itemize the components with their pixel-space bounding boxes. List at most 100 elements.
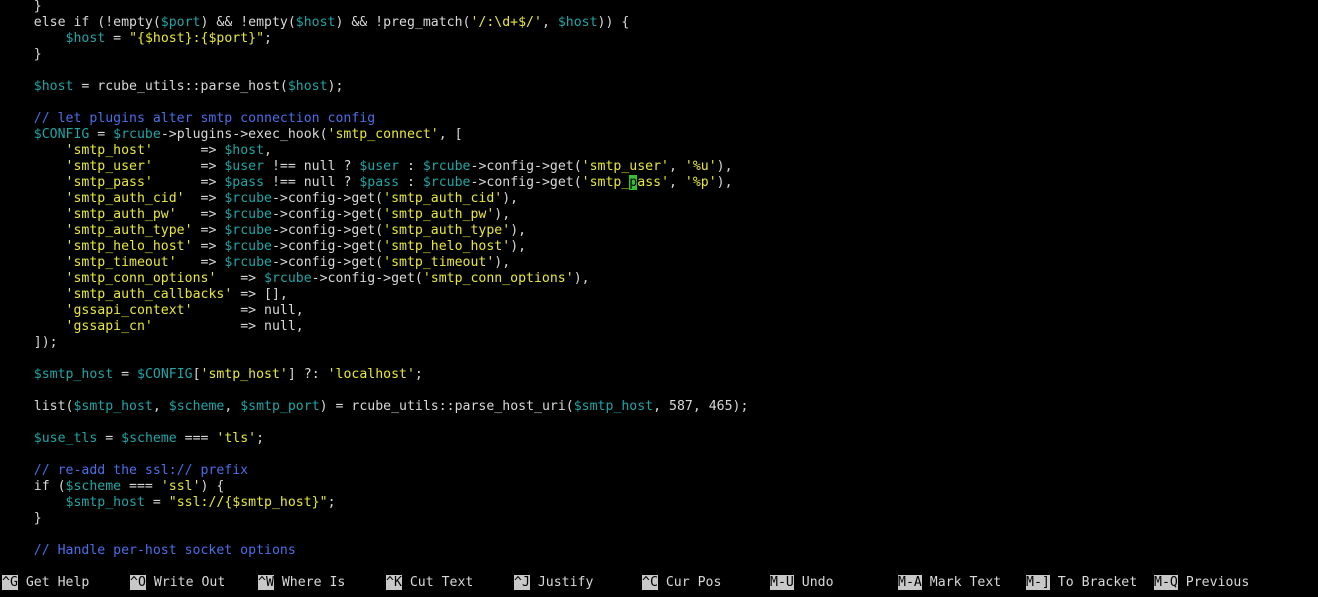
code-token: !== null ? (264, 175, 360, 190)
code-line[interactable]: $smtp_host = "ssl://{$smtp_host}"; (2, 495, 1318, 511)
code-line[interactable]: $host = "{$host}:{$port}"; (2, 31, 1318, 47)
code-token: => null, (152, 319, 304, 334)
code-token: : (399, 159, 423, 174)
code-token: ->config->get( (271, 255, 384, 270)
code-token: '%p' (684, 175, 717, 190)
code-token: ; (264, 31, 272, 46)
shortcut-get-help[interactable]: ^G Get Help (2, 575, 89, 591)
code-token: ) && !empty( (200, 15, 296, 30)
code-token: ->config->get( (470, 159, 582, 174)
shortcut-to-bracket[interactable]: M-] To Bracket (1026, 575, 1137, 591)
code-line[interactable]: 'smtp_auth_type' => $rcube->config->get(… (2, 223, 1318, 239)
code-token: 'smtp_connect' (327, 127, 439, 142)
code-token: = (113, 367, 137, 382)
code-line[interactable]: else if (!empty($port) && !empty($host) … (2, 15, 1318, 31)
code-token: => (176, 207, 225, 222)
code-token: ), (510, 239, 527, 254)
code-line[interactable]: 'smtp_helo_host' => $rcube->config->get(… (2, 239, 1318, 255)
code-token: 'gssapi_context' (65, 303, 193, 318)
code-token: $pass (359, 175, 400, 190)
code-line[interactable] (2, 63, 1318, 79)
code-token: ; (256, 431, 265, 446)
code-line[interactable]: 'smtp_auth_cid' => $rcube->config->get('… (2, 191, 1318, 207)
code-line[interactable]: } (2, 511, 1318, 527)
code-token: => (152, 159, 225, 174)
code-token: => [], (232, 287, 288, 302)
code-line[interactable]: 'smtp_pass' => $pass !== null ? $pass : … (2, 175, 1318, 191)
code-token: !== null ? (264, 159, 360, 174)
code-line[interactable]: 'smtp_host' => $host, (2, 143, 1318, 159)
code-token: 'smtp_auth_pw' (383, 207, 495, 222)
shortcut-bar: ^G Get Help ^O Write Out ^W Where Is ^K … (0, 575, 1318, 597)
code-line[interactable]: $host = rcube_utils::parse_host($host); (2, 79, 1318, 95)
code-token: $rcube (224, 223, 272, 238)
code-line[interactable]: 'smtp_user' => $user !== null ? $user : … (2, 159, 1318, 175)
code-token: 'gssapi_cn' (65, 319, 153, 334)
code-token: ), (510, 223, 527, 238)
code-line[interactable]: 'gssapi_context' => null, (2, 303, 1318, 319)
code-token: ass' (637, 175, 670, 190)
code-line[interactable] (2, 415, 1318, 431)
shortcut-cut-text[interactable]: ^K Cut Text (386, 575, 473, 591)
shortcut-write-out[interactable]: ^O Write Out (130, 575, 225, 591)
shortcut-where-is[interactable]: ^W Where Is (258, 575, 345, 591)
code-line[interactable] (2, 95, 1318, 111)
code-token: '%u' (684, 159, 717, 174)
code-line[interactable]: 'smtp_conn_options' => $rcube->config->g… (2, 271, 1318, 287)
shortcut-cur-pos[interactable]: ^C Cur Pos (642, 575, 721, 591)
code-line[interactable]: 'smtp_auth_callbacks' => [], (2, 287, 1318, 303)
code-token: )) { (597, 15, 630, 30)
code-line[interactable]: 'gssapi_cn' => null, (2, 319, 1318, 335)
code-token: ), (573, 271, 590, 286)
code-token: 'tls' (216, 431, 257, 446)
shortcut-previous[interactable]: M-Q Previous (1154, 575, 1249, 591)
code-editor[interactable]: } else if (!empty($port) && !empty($host… (2, 0, 1318, 559)
code-token: 'smtp_auth_type' (65, 223, 193, 238)
code-line[interactable]: 'smtp_timeout' => $rcube->config->get('s… (2, 255, 1318, 271)
code-line[interactable]: ]); (2, 335, 1318, 351)
code-token: , (152, 399, 169, 414)
code-line[interactable] (2, 351, 1318, 367)
code-token: 'smtp_auth_cid' (65, 191, 185, 206)
code-token: , (669, 175, 685, 190)
code-token: $CONFIG (33, 127, 90, 142)
shortcut-mark-text[interactable]: M-A Mark Text (898, 575, 1001, 591)
code-line[interactable] (2, 447, 1318, 463)
code-token: 'smtp_auth_cid' (383, 191, 503, 206)
code-line[interactable] (2, 527, 1318, 543)
code-token: ->config->get( (271, 207, 384, 222)
code-line[interactable]: $smtp_host = $CONFIG['smtp_host'] ?: 'lo… (2, 367, 1318, 383)
code-line[interactable]: list($smtp_host, $scheme, $smtp_port) = … (2, 399, 1318, 415)
code-token: 'ssl' (160, 479, 201, 494)
code-token: === (176, 431, 217, 446)
code-token: $host (224, 143, 265, 158)
code-token: 'smtp_timeout' (383, 255, 495, 270)
code-token: } (2, 47, 42, 62)
code-token: $rcube (264, 271, 312, 286)
code-token: ), (494, 207, 511, 222)
code-line[interactable]: // let plugins alter smtp connection con… (2, 111, 1318, 127)
code-token: $rcube (422, 159, 471, 174)
shortcut-undo[interactable]: M-U Undo (770, 575, 834, 591)
code-line[interactable]: if ($scheme === 'ssl') { (2, 479, 1318, 495)
code-token: $rcube (224, 255, 272, 270)
code-token: // re-add the ssl:// prefix (2, 463, 249, 478)
code-line[interactable] (2, 383, 1318, 399)
code-token: ] ?: (287, 367, 328, 382)
code-line[interactable]: $CONFIG = $rcube->plugins->exec_hook('sm… (2, 127, 1318, 143)
shortcut-justify[interactable]: ^J Justify (514, 575, 593, 591)
code-line[interactable]: } (2, 47, 1318, 63)
code-line[interactable]: 'smtp_auth_pw' => $rcube->config->get('s… (2, 207, 1318, 223)
code-line[interactable]: // re-add the ssl:// prefix (2, 463, 1318, 479)
code-token: => (176, 255, 225, 270)
code-line[interactable]: $use_tls = $scheme === 'tls'; (2, 431, 1318, 447)
code-line[interactable]: // Handle per-host socket options (2, 543, 1318, 559)
code-token: 'smtp_auth_callbacks' (65, 287, 233, 302)
code-token: , (264, 143, 272, 158)
code-token: $CONFIG (137, 367, 193, 382)
code-token: = (97, 431, 122, 446)
code-line[interactable]: } (2, 0, 1318, 15)
